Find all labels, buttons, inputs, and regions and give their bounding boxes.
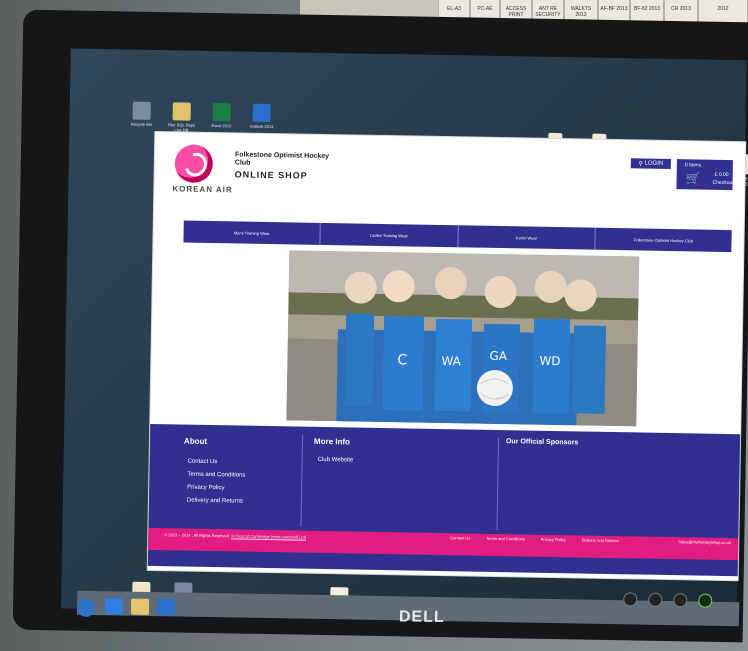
footer-delivery-link[interactable]: Delivery and Returns — [187, 498, 245, 505]
category-nav: Mens Training Wear Ladies Training Wear … — [183, 220, 732, 253]
team-photo: C WA GA WD — [286, 250, 640, 427]
korean-air-logo — [174, 144, 214, 184]
checkout-link[interactable]: Checkout — [712, 180, 733, 186]
filer-sql-icon[interactable]: Filer SQL Reps Live DB — [167, 102, 196, 133]
about-links: Contact Us Terms and Conditions Privacy … — [187, 459, 246, 512]
power-button[interactable] — [698, 593, 713, 608]
excel-icon[interactable]: Excel 2013 — [207, 102, 236, 133]
menu-button[interactable] — [623, 592, 638, 607]
outlook-taskbar-icon[interactable] — [156, 599, 176, 616]
outlook-icon[interactable]: Outlook 2013 — [247, 103, 276, 134]
nav-junior-wear[interactable]: Junior Wear — [457, 225, 596, 250]
taskbar-icons — [104, 598, 176, 616]
footer-terms-link[interactable]: Terms and Conditions — [187, 472, 245, 479]
nav-club[interactable]: Folkestone Optimist Hockey Club — [595, 228, 732, 252]
more-info-heading: More Info — [313, 436, 351, 447]
brand-name: KOREAN AIR — [172, 184, 233, 195]
svg-text:GA: GA — [489, 349, 508, 363]
nav-ladies-training[interactable]: Ladies Training Wear — [320, 222, 459, 248]
footer-privacy-link[interactable]: Privacy Policy — [187, 485, 245, 492]
basket-price: £ 0.00 — [714, 171, 729, 179]
shop-title: ONLINE SHOP — [234, 169, 308, 181]
svg-text:C: C — [397, 352, 407, 368]
sponsors-heading: Our Official Sponsors — [505, 438, 579, 447]
recycle-bin-icon[interactable]: Recycle Bin — [127, 101, 156, 132]
bottom-delivery-link[interactable]: Delivery and Returns — [582, 538, 619, 544]
svg-text:WA: WA — [441, 354, 461, 368]
sales-email-link[interactable]: Sales@myHockeyShop.co.uk — [678, 539, 731, 545]
online-shop-page: KOREAN AIR Folkestone Optimist Hockey Cl… — [147, 131, 746, 581]
desktop-screen: Recycle Bin Filer SQL Reps Live DB Excel… — [61, 48, 748, 621]
ie-icon[interactable] — [104, 598, 124, 615]
svg-text:WD: WD — [539, 354, 560, 368]
footer-divider — [496, 438, 500, 531]
bottom-contact-link[interactable]: Contact Us — [450, 535, 470, 540]
site-footer: About Contact Us Terms and Conditions Pr… — [147, 423, 741, 577]
footer-divider — [300, 434, 304, 527]
desktop-icon-row: Recycle Bin Filer SQL Reps Live DB Excel… — [127, 101, 276, 135]
about-heading: About — [183, 436, 208, 446]
monitor: Recycle Bin Filer SQL Reps Live DB Excel… — [12, 9, 748, 643]
login-button[interactable]: ⚲ LOGIN — [630, 158, 671, 169]
team-photo-illustration: C WA GA WD — [286, 250, 640, 427]
basket-widget[interactable]: 0 Items 🛒 £ 0.00 Checkout — [676, 159, 734, 191]
monitor-buttons — [623, 592, 713, 608]
footer-contact-link[interactable]: Contact Us — [188, 459, 246, 466]
more-info-links: Club Website — [317, 457, 354, 471]
basket-count: 0 Items — [684, 162, 702, 169]
bottom-privacy-link[interactable]: Privacy Policy — [541, 537, 566, 542]
input-button[interactable] — [673, 593, 688, 608]
brightness-button[interactable] — [648, 592, 663, 607]
cart-icon: 🛒 — [685, 171, 701, 186]
club-website-link[interactable]: Club Website — [318, 457, 354, 464]
dell-logo: DELL — [398, 608, 445, 627]
explorer-icon[interactable] — [130, 598, 150, 615]
nav-mens-training[interactable]: Mens Training Wear — [183, 220, 322, 245]
club-name: Folkestone Optimist Hockey Club — [234, 151, 330, 167]
bottom-terms-link[interactable]: Terms and Conditions — [486, 536, 525, 542]
